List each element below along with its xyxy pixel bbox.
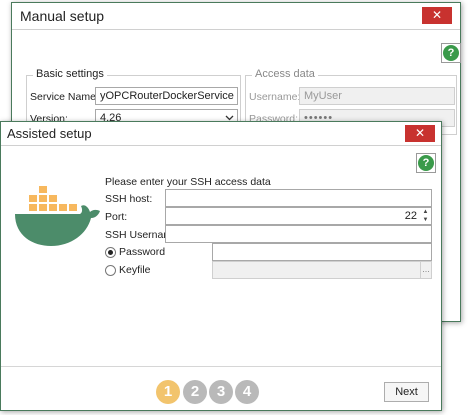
spin-up-icon[interactable]: ▲ xyxy=(421,208,430,216)
docker-whale-icon xyxy=(15,186,100,246)
access-data-caption: Access data xyxy=(252,68,318,80)
close-icon[interactable]: ✕ xyxy=(405,125,435,142)
ssh-host-label: SSH host: xyxy=(105,193,153,205)
keyfile-option-label: Keyfile xyxy=(119,264,151,276)
whale-body xyxy=(15,205,100,246)
step-1-indicator[interactable]: 1 xyxy=(156,380,180,404)
ssh-username-field[interactable] xyxy=(165,225,432,243)
footer-divider xyxy=(1,366,441,367)
manual-setup-titlebar: Manual setup ✕ xyxy=(12,3,460,30)
step-4-indicator[interactable]: 4 xyxy=(235,380,259,404)
service-name-label: Service Name: xyxy=(30,91,99,103)
port-field[interactable]: 22 xyxy=(165,207,432,225)
assisted-setup-titlebar: Assisted setup ✕ xyxy=(1,122,441,146)
spin-down-icon[interactable]: ▼ xyxy=(421,216,430,224)
help-icon: ? xyxy=(443,45,459,61)
ssh-password-field[interactable] xyxy=(212,243,432,261)
step-3-indicator[interactable]: 3 xyxy=(209,380,233,404)
close-icon[interactable]: ✕ xyxy=(422,7,452,24)
ssh-host-field[interactable] xyxy=(165,189,432,207)
assisted-setup-title: Assisted setup xyxy=(7,126,92,141)
username-field[interactable]: MyUser xyxy=(299,87,455,105)
container-blocks xyxy=(29,186,77,211)
password-option-label: Password xyxy=(119,246,166,258)
assisted-help-button[interactable]: ? xyxy=(416,153,436,173)
keyfile-field[interactable] xyxy=(212,261,421,279)
service-name-field[interactable]: yOPCRouterDockerService xyxy=(95,87,238,105)
browse-keyfile-button[interactable]: ... xyxy=(420,261,432,279)
help-icon: ? xyxy=(418,155,434,171)
assisted-setup-window: Assisted setup ✕ ? Please enter your SSH… xyxy=(0,121,442,411)
basic-settings-caption: Basic settings xyxy=(33,68,107,80)
step-2-indicator[interactable]: 2 xyxy=(183,380,207,404)
username-label: Username: xyxy=(249,91,301,103)
manual-setup-title: Manual setup xyxy=(20,8,105,24)
ssh-prompt: Please enter your SSH access data xyxy=(105,176,271,188)
manual-help-button[interactable]: ? xyxy=(441,43,461,63)
port-value: 22 xyxy=(404,210,417,222)
keyfile-radio[interactable] xyxy=(105,265,116,276)
port-label: Port: xyxy=(105,211,128,223)
next-button[interactable]: Next xyxy=(384,382,429,402)
password-radio[interactable] xyxy=(105,247,116,258)
